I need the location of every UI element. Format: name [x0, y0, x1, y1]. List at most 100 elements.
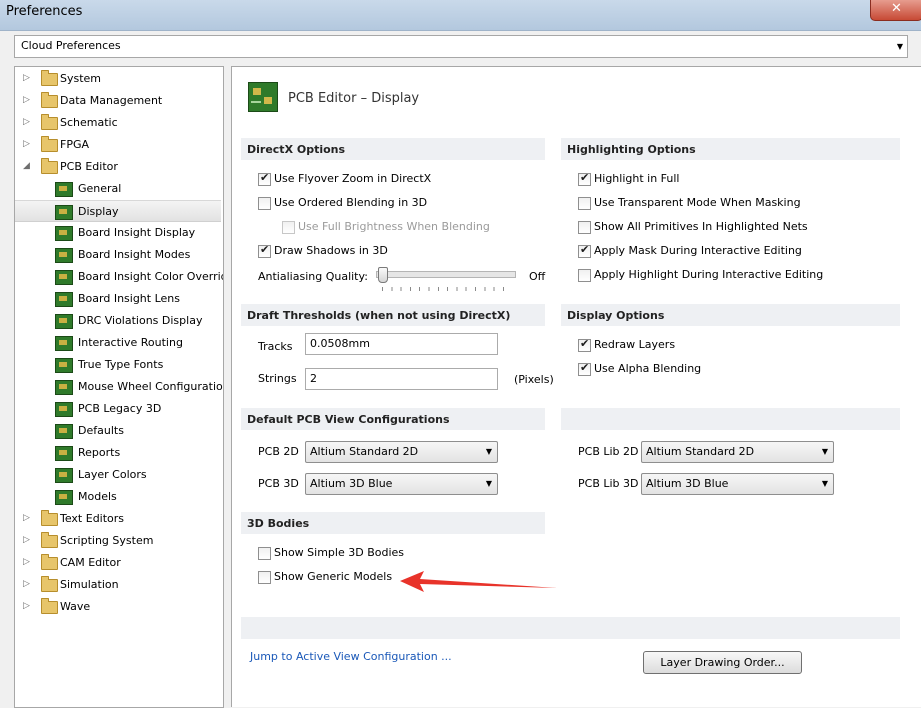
- simple-3d-bodies-checkbox[interactable]: [258, 547, 271, 560]
- layer-drawing-order-button[interactable]: Layer Drawing Order...: [643, 651, 802, 674]
- highlighting-options-header: Highlighting Options: [561, 138, 900, 160]
- flyover-zoom-checkbox[interactable]: [258, 171, 271, 186]
- expand-icon[interactable]: ▷: [23, 73, 30, 83]
- tree-item-schematic[interactable]: ▷ Schematic: [15, 112, 221, 134]
- slider-thumb[interactable]: [378, 267, 388, 283]
- chevron-down-icon: ▼: [821, 479, 828, 488]
- tree-item-layer-colors[interactable]: Layer Colors: [15, 464, 221, 486]
- folder-icon: [41, 158, 58, 174]
- tree-item-system[interactable]: ▷ System: [15, 68, 221, 90]
- tree-item-true-type-fonts[interactable]: True Type Fonts: [15, 354, 221, 376]
- tree-item-board-insight-display[interactable]: Board Insight Display: [15, 222, 221, 244]
- tree-item-board-insight-modes[interactable]: Board Insight Modes: [15, 244, 221, 266]
- transparent-mode-checkbox[interactable]: [578, 197, 591, 210]
- antialiasing-slider[interactable]: [376, 267, 516, 293]
- lib3d-select[interactable]: Altium 3D Blue ▼: [641, 473, 834, 495]
- apply-highlight-checkbox[interactable]: [578, 269, 591, 282]
- folder-icon: [41, 576, 58, 592]
- full-brightness-label: Use Full Brightness When Blending: [298, 220, 490, 233]
- expand-icon[interactable]: ▷: [23, 95, 30, 105]
- tree-item-drc-violations-display[interactable]: DRC Violations Display: [15, 310, 221, 332]
- tree-item-scripting-system[interactable]: ▷ Scripting System: [15, 530, 221, 552]
- settings-panel: PCB Editor – Display DirectX Options Use…: [231, 66, 921, 707]
- tree-item-board-insight-lens[interactable]: Board Insight Lens: [15, 288, 221, 310]
- full-brightness-checkbox[interactable]: [282, 221, 295, 234]
- highlight-full-checkbox[interactable]: [578, 171, 591, 186]
- tree-item-label: Models: [78, 490, 117, 503]
- preferences-tree[interactable]: ▷ System ▷ Data Management ▷ Schematic ▷ FPGA ◢ P…: [14, 66, 224, 708]
- generic-models-checkbox[interactable]: [258, 571, 271, 584]
- pcb2d-label: PCB 2D: [258, 445, 299, 458]
- expand-icon[interactable]: ▷: [23, 579, 30, 589]
- tree-item-cam-editor[interactable]: ▷ CAM Editor: [15, 552, 221, 574]
- antialiasing-label: Antialiasing Quality:: [258, 270, 368, 283]
- pcb-icon: [55, 336, 73, 351]
- tree-item-general[interactable]: General: [15, 178, 221, 200]
- tree-item-label: PCB Legacy 3D: [78, 402, 162, 415]
- folder-icon: [41, 598, 58, 614]
- show-primitives-checkbox[interactable]: [578, 221, 591, 234]
- tree-item-label: Schematic: [60, 116, 118, 129]
- alpha-blending-label: Use Alpha Blending: [594, 362, 702, 375]
- tree-item-label: Reports: [78, 446, 121, 459]
- apply-mask-checkbox[interactable]: [578, 243, 591, 258]
- pcb-display-icon: [248, 82, 278, 112]
- jump-to-view-config-link[interactable]: Jump to Active View Configuration ...: [250, 650, 452, 663]
- tree-item-text-editors[interactable]: ▷ Text Editors: [15, 508, 221, 530]
- expand-icon[interactable]: ▷: [23, 557, 30, 567]
- tree-item-fpga[interactable]: ▷ FPGA: [15, 134, 221, 156]
- tree-item-reports[interactable]: Reports: [15, 442, 221, 464]
- expand-icon[interactable]: ▷: [23, 513, 30, 523]
- lib2d-select[interactable]: Altium Standard 2D ▼: [641, 441, 834, 463]
- redraw-layers-checkbox[interactable]: [578, 337, 591, 352]
- tree-item-board-insight-color-overrid[interactable]: Board Insight Color Overrid: [15, 266, 223, 288]
- footer-divider: [241, 617, 900, 639]
- tree-item-label: True Type Fonts: [78, 358, 164, 371]
- preferences-scope-dropdown[interactable]: Cloud Preferences ▼: [14, 35, 908, 58]
- tree-item-label: FPGA: [60, 138, 90, 151]
- highlight-full-label: Highlight in Full: [594, 172, 680, 185]
- page-title: PCB Editor – Display: [288, 91, 420, 106]
- pcb2d-select[interactable]: Altium Standard 2D ▼: [305, 441, 498, 463]
- tree-item-pcb-legacy-3d[interactable]: PCB Legacy 3D: [15, 398, 221, 420]
- tree-item-data-management[interactable]: ▷ Data Management: [15, 90, 221, 112]
- tree-item-wave[interactable]: ▷ Wave: [15, 596, 221, 618]
- draw-shadows-checkbox[interactable]: [258, 243, 271, 258]
- view-configurations-header-right: [561, 408, 900, 430]
- tree-item-simulation[interactable]: ▷ Simulation: [15, 574, 221, 596]
- pcb-icon: [55, 358, 73, 373]
- expand-icon[interactable]: ▷: [23, 601, 30, 611]
- tree-item-label: Layer Colors: [78, 468, 147, 481]
- ordered-blending-checkbox[interactable]: [258, 197, 271, 210]
- tree-item-label: Text Editors: [60, 512, 125, 525]
- tracks-input[interactable]: 0.0508mm: [305, 333, 498, 355]
- alpha-blending-checkbox[interactable]: [578, 361, 591, 376]
- tree-item-models[interactable]: Models: [15, 486, 221, 508]
- chevron-down-icon: ▼: [485, 447, 492, 456]
- strings-unit: (Pixels): [514, 373, 554, 386]
- close-button[interactable]: ✕: [870, 0, 921, 21]
- apply-mask-label: Apply Mask During Interactive Editing: [594, 244, 802, 257]
- folder-icon: [41, 510, 58, 526]
- transparent-mode-label: Use Transparent Mode When Masking: [594, 196, 801, 209]
- tree-item-mouse-wheel-configuration[interactable]: Mouse Wheel Configuration: [15, 376, 224, 398]
- apply-highlight-label: Apply Highlight During Interactive Editi…: [594, 268, 824, 281]
- expand-icon[interactable]: ▷: [23, 117, 30, 127]
- expand-icon[interactable]: ▷: [23, 139, 30, 149]
- pcb3d-select[interactable]: Altium 3D Blue ▼: [305, 473, 498, 495]
- collapse-icon[interactable]: ◢: [23, 161, 30, 171]
- tree-item-label: Defaults: [78, 424, 124, 437]
- pcb-icon: [55, 490, 73, 505]
- tree-item-label: Mouse Wheel Configuration: [78, 380, 224, 393]
- tree-item-defaults[interactable]: Defaults: [15, 420, 221, 442]
- redraw-layers-label: Redraw Layers: [594, 338, 676, 351]
- tree-item-label: Wave: [60, 600, 91, 613]
- tree-item-interactive-routing[interactable]: Interactive Routing: [15, 332, 221, 354]
- tree-item-pcb-editor[interactable]: ◢ PCB Editor: [15, 156, 221, 178]
- tree-item-label: Display: [78, 205, 119, 218]
- strings-input[interactable]: 2: [305, 368, 498, 390]
- expand-icon[interactable]: ▷: [23, 535, 30, 545]
- lib3d-label: PCB Lib 3D: [578, 477, 639, 490]
- show-primitives-label: Show All Primitives In Highlighted Nets: [594, 220, 808, 233]
- tree-item-display[interactable]: Display: [15, 200, 221, 222]
